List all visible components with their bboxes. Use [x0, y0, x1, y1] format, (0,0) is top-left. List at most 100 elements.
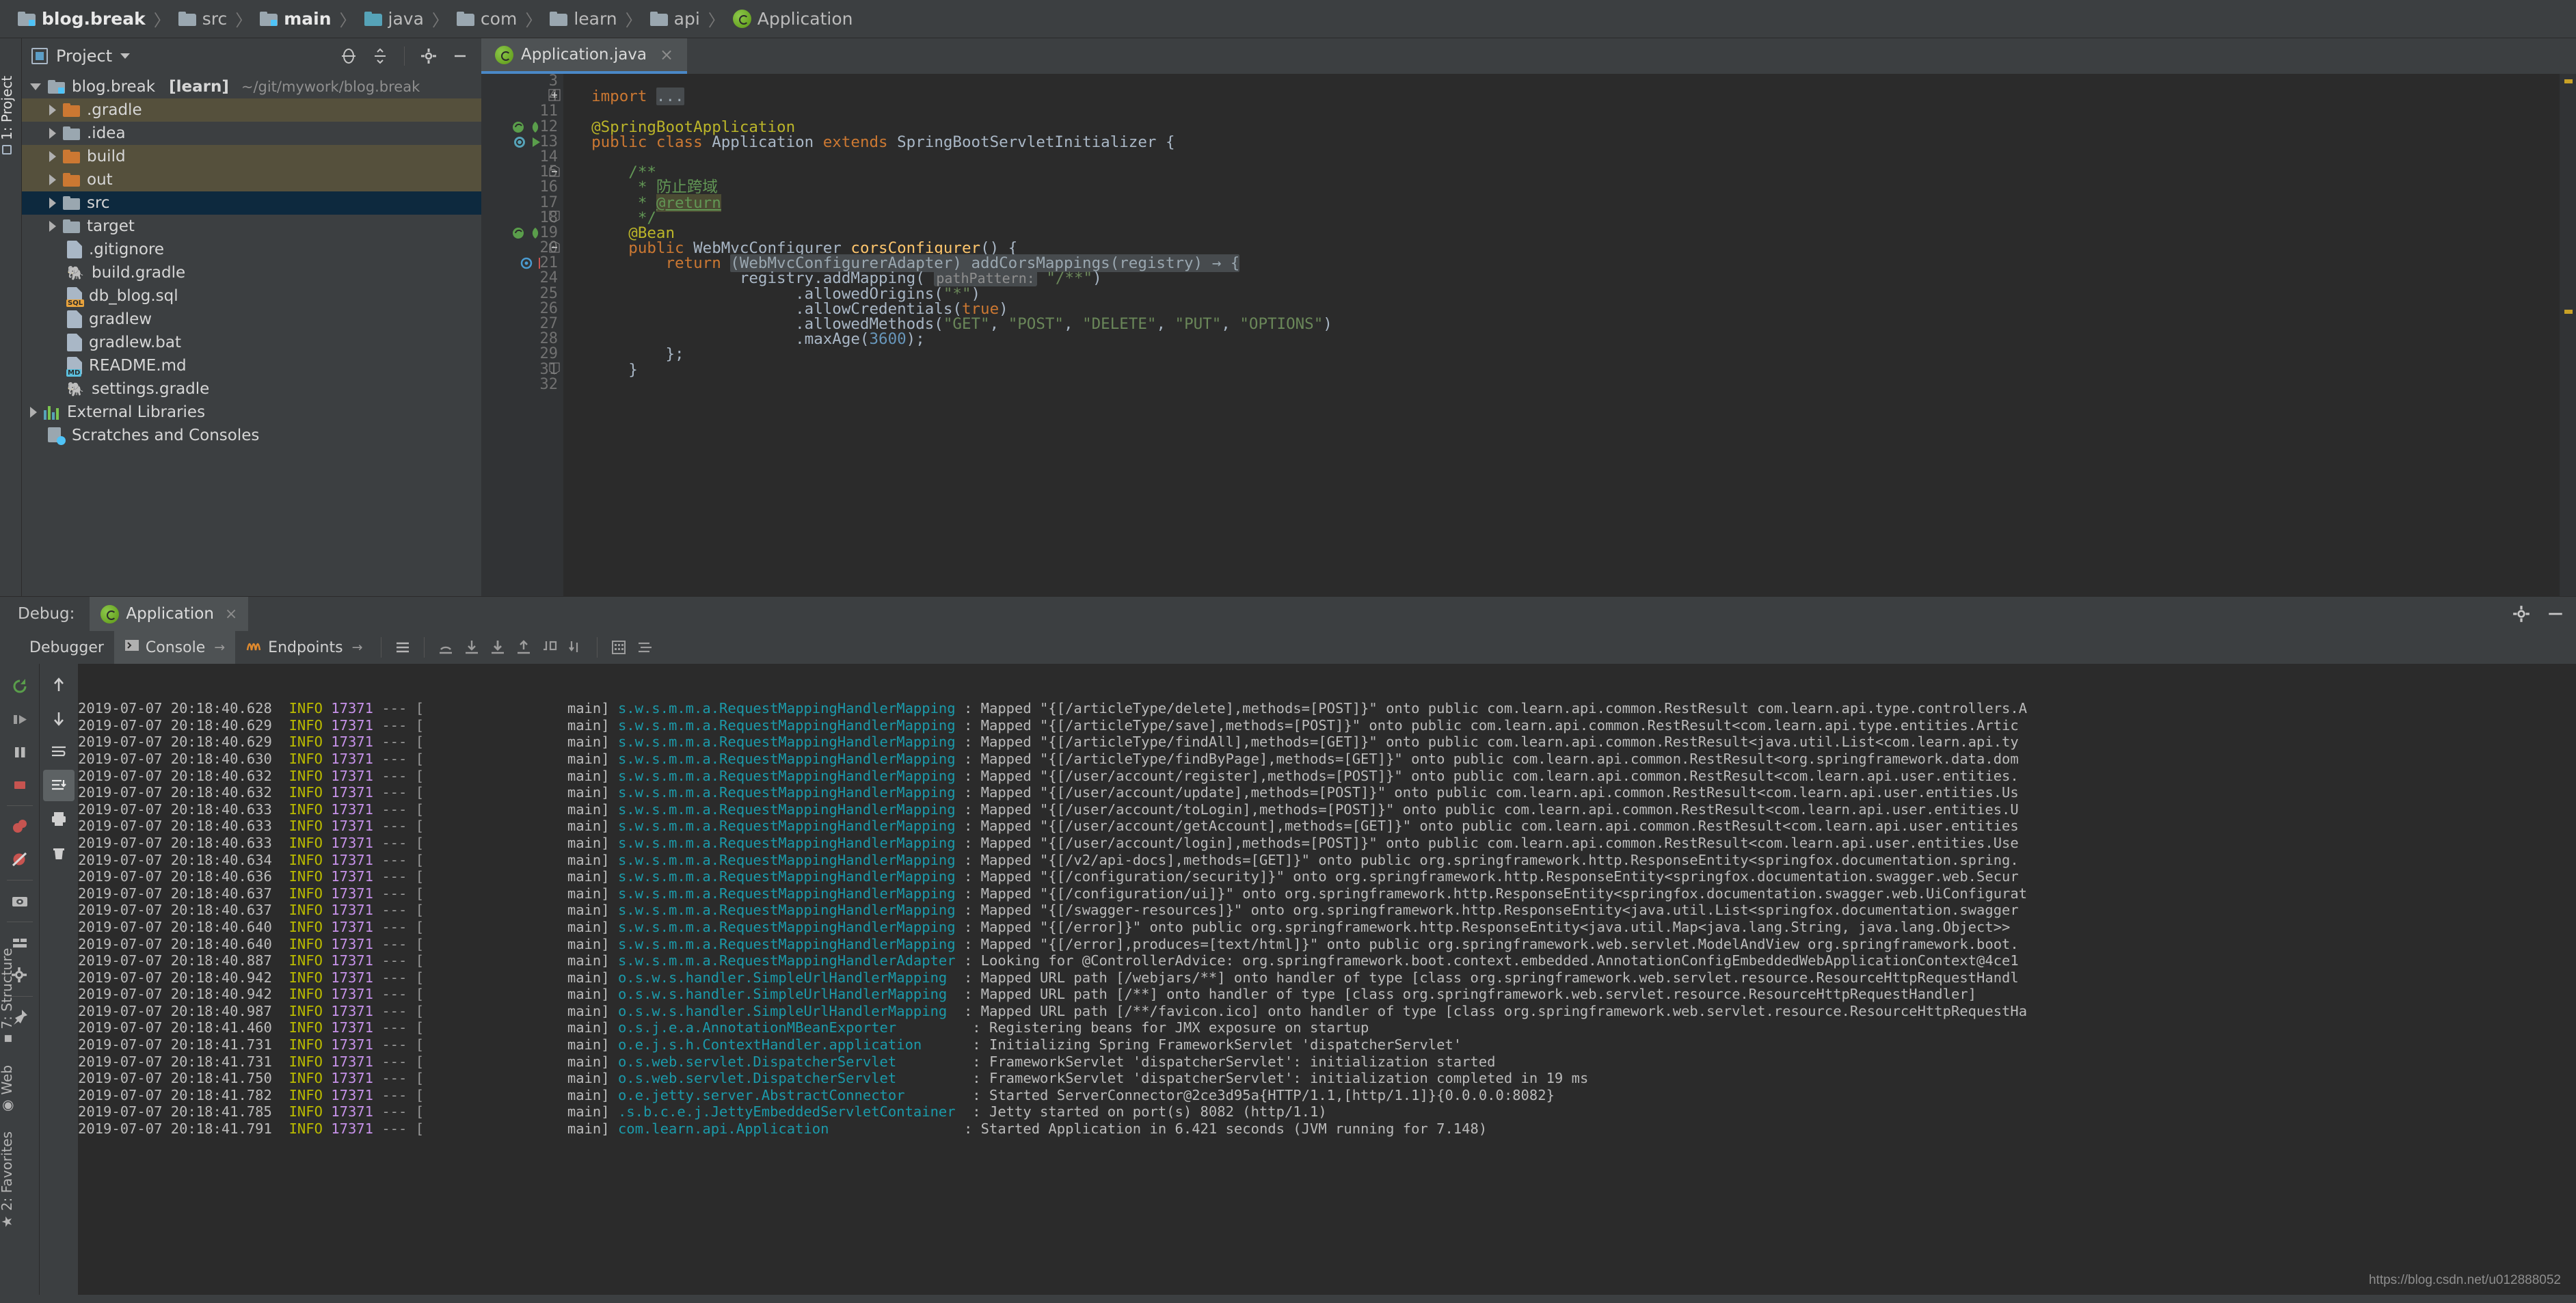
- hide-panel-icon[interactable]: [448, 44, 472, 68]
- code-line-27[interactable]: .allowedMethods("GET", "POST", "DELETE",…: [573, 317, 2560, 332]
- fold-collapse-icon[interactable]: [548, 165, 561, 177]
- chevron-down-icon[interactable]: [120, 53, 131, 59]
- tree-node-readme-md[interactable]: MD README.md: [22, 354, 481, 377]
- fold-end-icon[interactable]: [548, 211, 561, 223]
- editor-marker-track[interactable]: [2560, 74, 2576, 596]
- run-gutter-icon[interactable]: [512, 135, 543, 150]
- tree-node--idea[interactable]: .idea: [22, 122, 481, 145]
- pause-icon[interactable]: [4, 736, 36, 768]
- tool-window-structure[interactable]: ▪ 7: Structure: [0, 948, 15, 1043]
- breadcrumb-item-learn[interactable]: learn: [550, 9, 617, 29]
- stop-icon[interactable]: [4, 769, 36, 801]
- tree-node-db-blog-sql[interactable]: SQL db_blog.sql: [22, 284, 481, 308]
- code-line-13[interactable]: public class Application extends SpringB…: [573, 135, 2560, 150]
- code-line-24[interactable]: registry.addMapping( pathPattern: "/**"): [573, 270, 2560, 287]
- debug-tab-endpoints[interactable]: Endpoints →: [235, 631, 373, 664]
- mute-breakpoints-icon[interactable]: [4, 844, 36, 875]
- warning-marker[interactable]: [2564, 79, 2573, 83]
- tool-window-project[interactable]: 1: Project: [0, 76, 15, 155]
- tool-window-web[interactable]: ◉ Web: [0, 1065, 15, 1112]
- chevron-right-icon[interactable]: [49, 221, 56, 232]
- tree-node-target[interactable]: target: [22, 215, 481, 238]
- breadcrumb-item-src[interactable]: src: [178, 9, 227, 29]
- settings-gear-icon[interactable]: [417, 44, 440, 68]
- force-step-into-icon[interactable]: [485, 634, 511, 660]
- chevron-right-icon[interactable]: [49, 151, 56, 162]
- code-line-17[interactable]: * @return: [573, 193, 2560, 212]
- chevron-down-icon[interactable]: [30, 83, 41, 90]
- layout-icon[interactable]: [390, 634, 416, 660]
- breadcrumb-item-java[interactable]: java: [364, 9, 424, 29]
- breadcrumb-item-main[interactable]: main: [260, 9, 332, 29]
- code-editor[interactable]: import ... @SpringBootApplication public…: [563, 74, 2560, 596]
- chevron-right-icon[interactable]: [49, 198, 56, 209]
- code-line-3[interactable]: [573, 74, 2560, 89]
- scroll-to-end-icon[interactable]: [43, 770, 75, 801]
- tree-node-external-libraries[interactable]: External Libraries: [22, 401, 481, 424]
- step-into-icon[interactable]: [459, 634, 485, 660]
- print-icon[interactable]: [43, 803, 75, 835]
- tree-node-gradlew[interactable]: gradlew: [22, 308, 481, 331]
- collapse-all-icon[interactable]: [368, 44, 392, 68]
- locate-icon[interactable]: [337, 44, 360, 68]
- mute-breakpoints-icon[interactable]: [632, 634, 658, 660]
- tree-node-settings-gradle[interactable]: 🐘 settings.gradle: [22, 377, 481, 401]
- screenshot-icon[interactable]: [4, 885, 36, 917]
- fold-end-icon[interactable]: [548, 362, 561, 375]
- chevron-right-icon[interactable]: [30, 407, 37, 418]
- code-line-18[interactable]: */: [573, 210, 2560, 226]
- hide-panel-icon[interactable]: [2542, 600, 2569, 628]
- code-line-31[interactable]: }: [573, 362, 2560, 377]
- step-over-icon[interactable]: [433, 634, 459, 660]
- view-breakpoints-icon[interactable]: [4, 811, 36, 842]
- code-line-12[interactable]: @SpringBootApplication: [573, 119, 2560, 135]
- chevron-right-icon[interactable]: [49, 128, 56, 139]
- code-line-14[interactable]: [573, 150, 2560, 165]
- tree-node--gitignore[interactable]: .gitignore: [22, 238, 481, 261]
- fold-collapse-icon[interactable]: [548, 241, 561, 253]
- rerun-icon[interactable]: [4, 671, 36, 702]
- code-line-21[interactable]: return (WebMvcConfigurerAdapter) addCors…: [573, 254, 2560, 273]
- settings-gear-icon[interactable]: [2508, 600, 2535, 628]
- tree-node-gradlew-bat[interactable]: gradlew.bat: [22, 331, 481, 354]
- code-line-20[interactable]: public WebMvcConfigurer corsConfigurer()…: [573, 241, 2560, 256]
- close-icon[interactable]: ×: [225, 606, 237, 623]
- detach-icon[interactable]: →: [352, 640, 363, 655]
- editor-tab-application-java[interactable]: Application.java ×: [481, 38, 688, 74]
- spring-bean-gutter-icon[interactable]: [511, 226, 543, 241]
- tree-node-src[interactable]: src: [22, 191, 481, 215]
- warning-marker[interactable]: [2564, 310, 2573, 314]
- code-line-29[interactable]: };: [573, 347, 2560, 362]
- scroll-up-icon[interactable]: [43, 669, 75, 701]
- breadcrumb-item-com[interactable]: com: [456, 9, 517, 29]
- scroll-down-icon[interactable]: [43, 703, 75, 734]
- clear-all-icon[interactable]: [43, 837, 75, 868]
- tree-node--gradle[interactable]: .gradle: [22, 98, 481, 122]
- code-line-4[interactable]: import ...: [573, 88, 2560, 106]
- breakpoint-gutter-icon[interactable]: [519, 256, 543, 271]
- detach-icon[interactable]: →: [214, 640, 225, 655]
- breadcrumb-item-Application[interactable]: Application: [732, 9, 853, 29]
- breadcrumb-item-api[interactable]: api: [649, 9, 700, 29]
- tree-node-scratches-and-consoles[interactable]: Scratches and Consoles: [22, 424, 481, 447]
- close-icon[interactable]: ×: [660, 45, 673, 64]
- fold-expand-icon[interactable]: [548, 89, 561, 101]
- code-line-25[interactable]: .allowedOrigins("*"): [573, 286, 2560, 301]
- step-out-icon[interactable]: [511, 634, 537, 660]
- debug-session-tab[interactable]: Application ×: [90, 597, 249, 631]
- resume-icon[interactable]: [4, 703, 36, 735]
- code-line-15[interactable]: /**: [573, 165, 2560, 180]
- chevron-right-icon[interactable]: [49, 105, 56, 116]
- tree-node-build-gradle[interactable]: 🐘 build.gradle: [22, 261, 481, 284]
- run-to-cursor-icon[interactable]: [563, 634, 589, 660]
- code-line-19[interactable]: @Bean: [573, 226, 2560, 241]
- code-line-16[interactable]: * 防止跨域: [573, 180, 2560, 196]
- code-line-11[interactable]: [573, 104, 2560, 119]
- chevron-right-icon[interactable]: [49, 174, 56, 185]
- spring-bean-gutter-icon[interactable]: [511, 120, 543, 135]
- code-line-32[interactable]: [573, 377, 2560, 392]
- breadcrumb-item-blog-break[interactable]: blog.break: [18, 9, 146, 29]
- editor-gutter[interactable]: 3 4 11 12 13 14 15 16 17 18 19 20 21 24 25 26 27 28 29 31 32: [481, 74, 563, 596]
- evaluate-icon[interactable]: [606, 634, 632, 660]
- tree-node-out[interactable]: out: [22, 168, 481, 191]
